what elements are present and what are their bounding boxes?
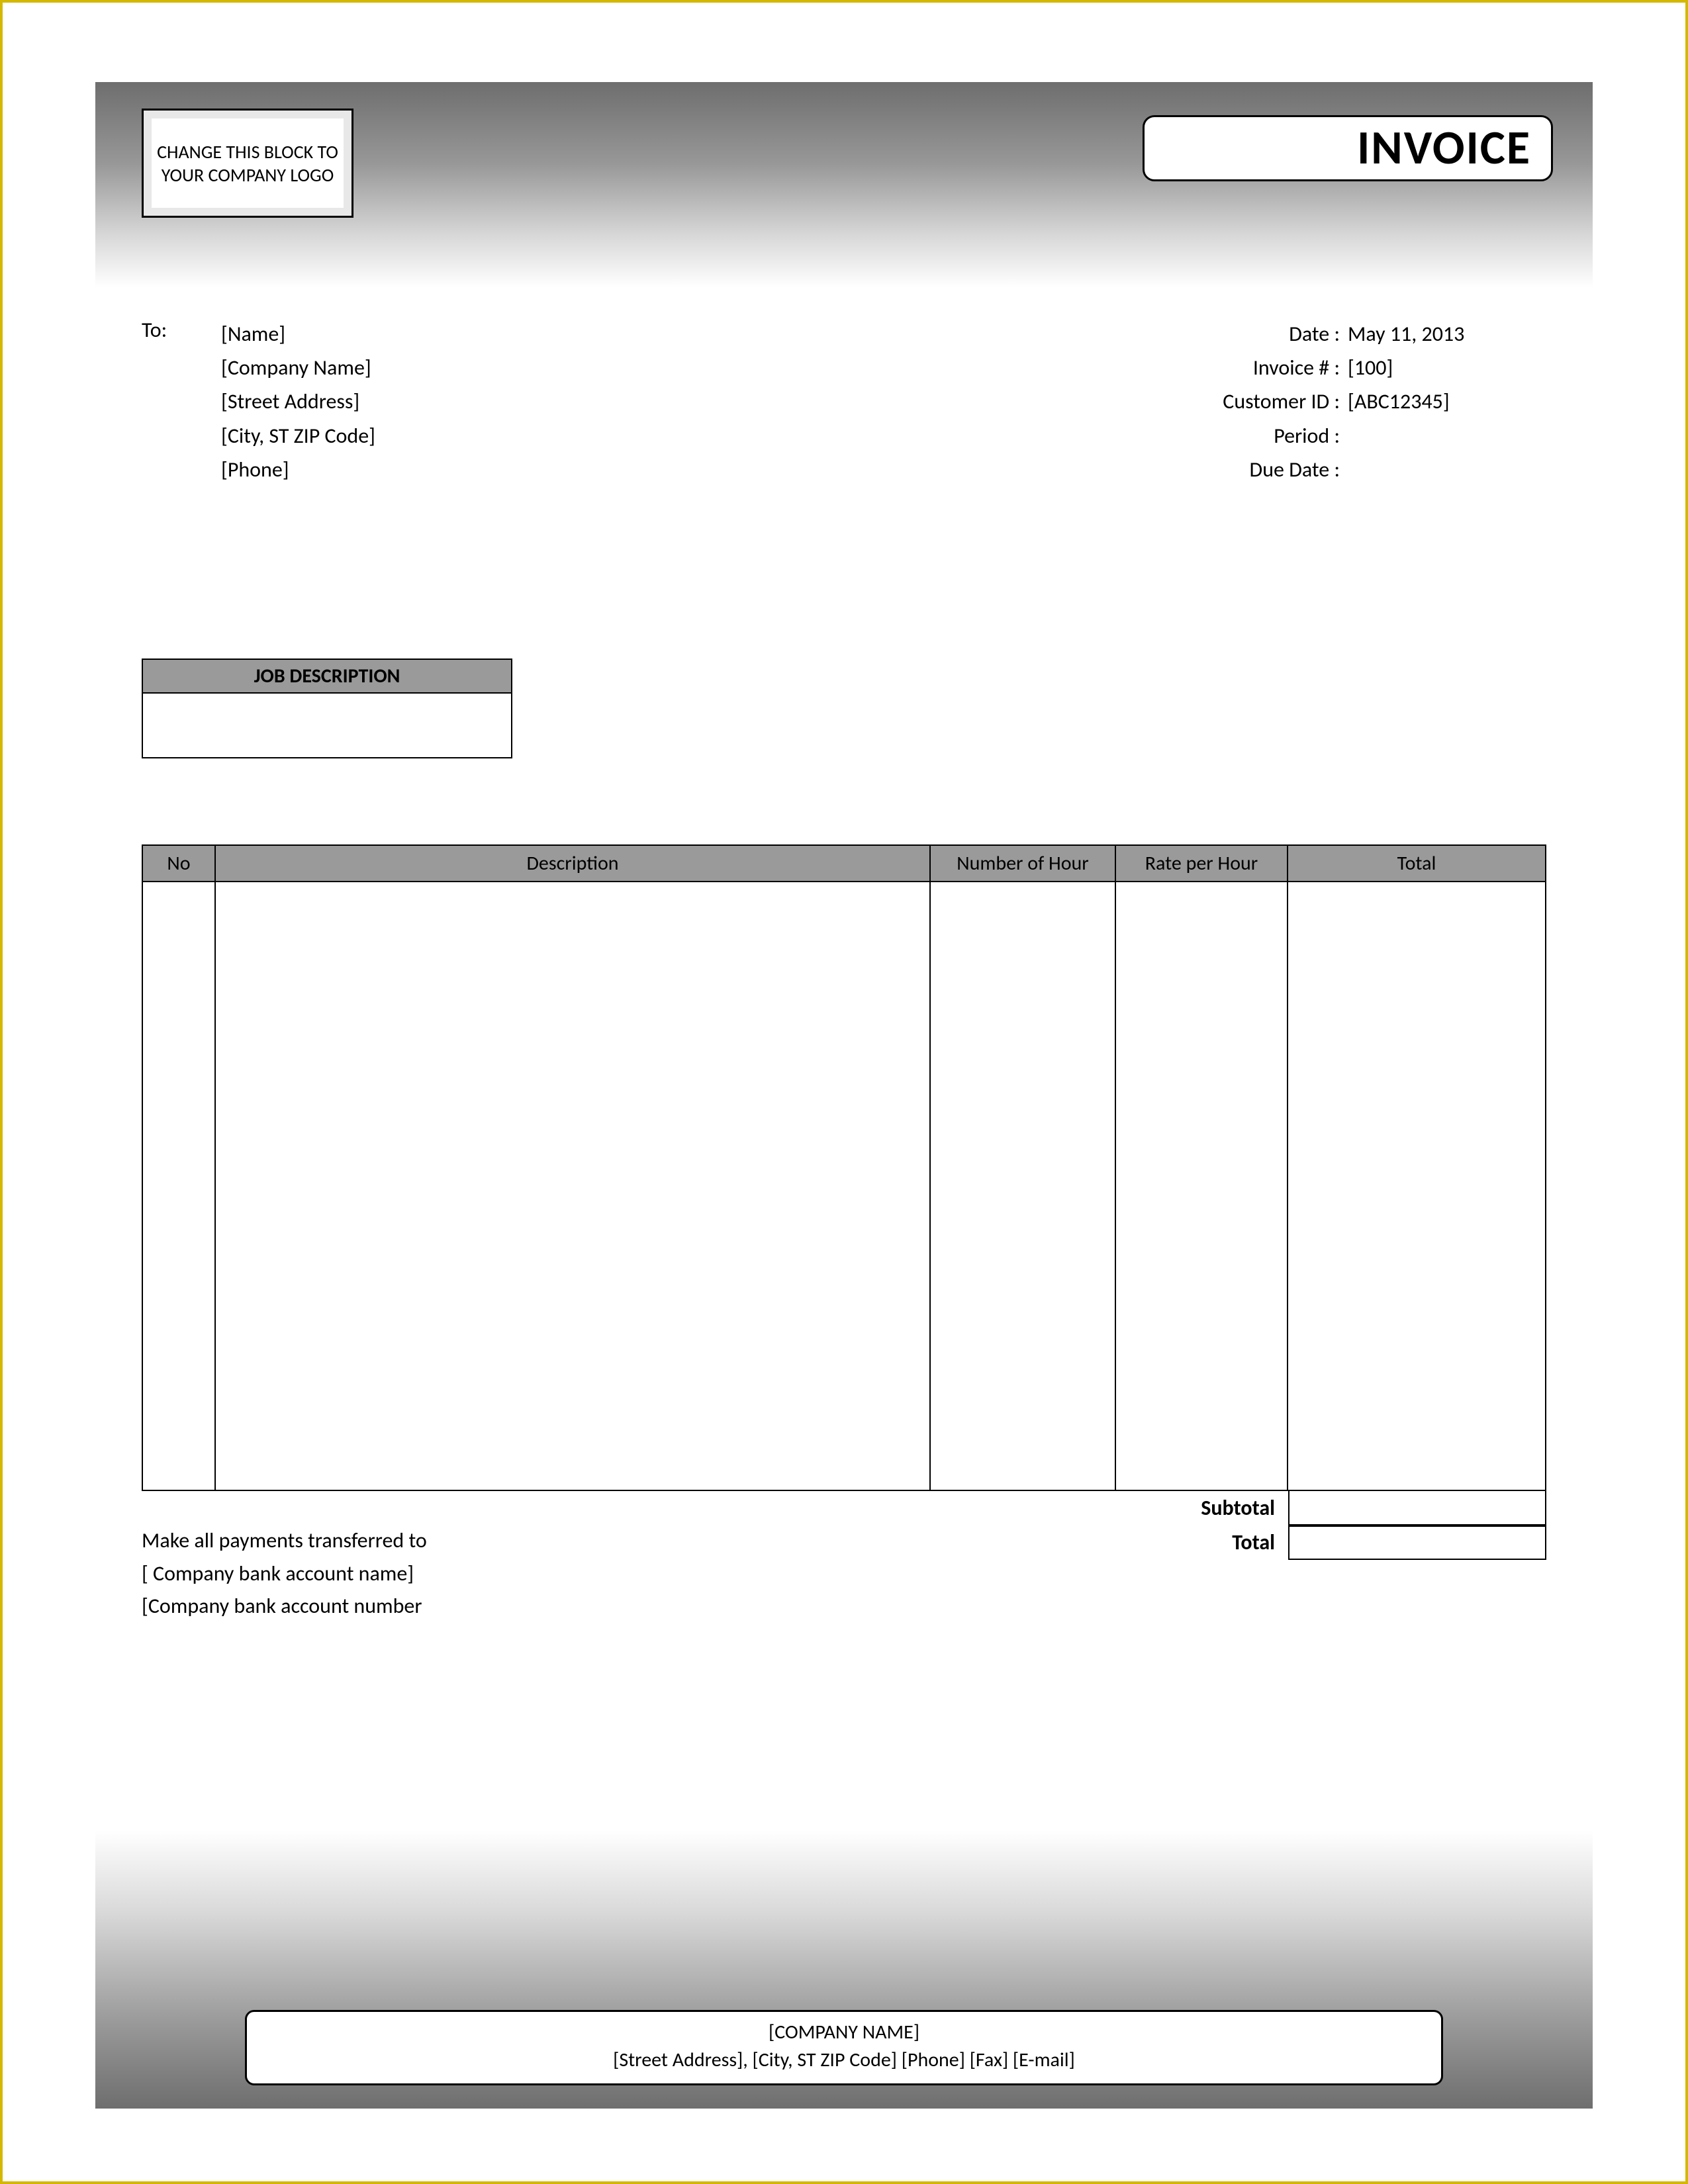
period-label: Period : bbox=[1043, 419, 1348, 453]
cell-total bbox=[1288, 882, 1546, 1490]
invoice-meta-block: Date :May 11, 2013 Invoice # :[100] Cust… bbox=[1043, 317, 1546, 486]
to-phone: [Phone] bbox=[221, 453, 375, 486]
col-rate: Rate per Hour bbox=[1115, 845, 1288, 882]
job-description-header: JOB DESCRIPTION bbox=[142, 659, 512, 692]
to-label: To: bbox=[142, 317, 221, 486]
payment-line-3: [Company bank account number bbox=[142, 1590, 1116, 1623]
due-date-label: Due Date : bbox=[1043, 453, 1348, 486]
due-date-value bbox=[1348, 453, 1546, 486]
totals-box: Subtotal Total bbox=[1116, 1491, 1546, 1623]
total-label: Total bbox=[1116, 1529, 1288, 1555]
info-section: To: [Name] [Company Name] [Street Addres… bbox=[95, 317, 1593, 486]
invoice-no-label: Invoice # : bbox=[1043, 351, 1348, 385]
cell-hours bbox=[930, 882, 1115, 1490]
document-title: INVOICE bbox=[1143, 115, 1553, 181]
table-header-row: No Description Number of Hour Rate per H… bbox=[142, 845, 1546, 882]
cell-rate bbox=[1115, 882, 1288, 1490]
invoice-no-value: [100] bbox=[1348, 351, 1546, 385]
to-lines: [Name] [Company Name] [Street Address] [… bbox=[221, 317, 375, 486]
company-logo-placeholder: CHANGE THIS BLOCK TO YOUR COMPANY LOGO bbox=[142, 109, 353, 218]
payment-line-1: Make all payments transferred to bbox=[142, 1524, 1116, 1557]
col-hours: Number of Hour bbox=[930, 845, 1115, 882]
date-label: Date : bbox=[1043, 317, 1348, 351]
footer-company-name: [COMPANY NAME] bbox=[260, 2019, 1428, 2046]
footer-company-details: [Street Address], [City, ST ZIP Code] [P… bbox=[260, 2046, 1428, 2074]
totals-section: Make all payments transferred to [ Compa… bbox=[142, 1491, 1546, 1623]
header-banner: CHANGE THIS BLOCK TO YOUR COMPANY LOGO I… bbox=[95, 82, 1593, 287]
total-value bbox=[1288, 1525, 1546, 1560]
table-row bbox=[142, 882, 1546, 1490]
period-value bbox=[1348, 419, 1546, 453]
line-items-table: No Description Number of Hour Rate per H… bbox=[142, 844, 1546, 1491]
job-description-body bbox=[142, 692, 512, 758]
customer-id-value: [ABC12345] bbox=[1348, 385, 1546, 418]
date-value: May 11, 2013 bbox=[1348, 317, 1546, 351]
payment-line-2: [ Company bank account name] bbox=[142, 1557, 1116, 1590]
payment-notes: Make all payments transferred to [ Compa… bbox=[142, 1491, 1116, 1623]
to-name: [Name] bbox=[221, 317, 375, 351]
to-city: [City, ST ZIP Code] bbox=[221, 419, 375, 453]
col-description: Description bbox=[215, 845, 930, 882]
customer-id-label: Customer ID : bbox=[1043, 385, 1348, 418]
job-description-section: JOB DESCRIPTION bbox=[142, 659, 512, 758]
to-street: [Street Address] bbox=[221, 385, 375, 418]
to-company: [Company Name] bbox=[221, 351, 375, 385]
subtotal-label: Subtotal bbox=[1116, 1495, 1288, 1521]
subtotal-value bbox=[1288, 1491, 1546, 1525]
footer-company-box: [COMPANY NAME] [Street Address], [City, … bbox=[245, 2010, 1443, 2085]
footer-banner: [COMPANY NAME] [Street Address], [City, … bbox=[95, 1831, 1593, 2109]
col-no: No bbox=[142, 845, 215, 882]
cell-no bbox=[142, 882, 215, 1490]
bill-to-block: To: [Name] [Company Name] [Street Addres… bbox=[142, 317, 1043, 486]
cell-description bbox=[215, 882, 930, 1490]
col-total: Total bbox=[1288, 845, 1546, 882]
